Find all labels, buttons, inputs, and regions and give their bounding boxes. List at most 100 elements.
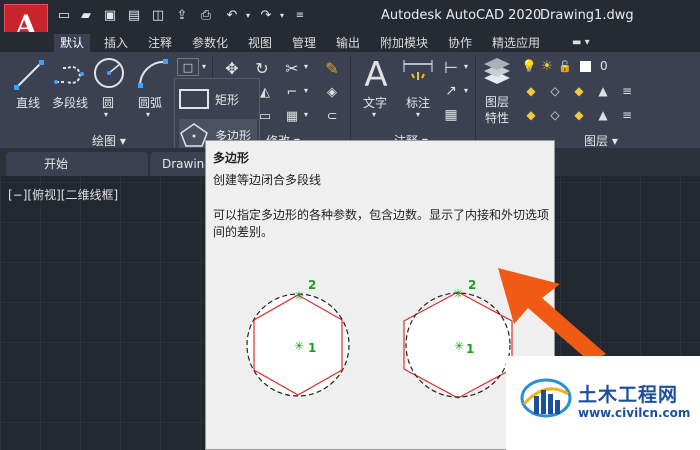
layer-lock-icon[interactable]: ▲ (594, 82, 612, 100)
line-icon[interactable] (12, 58, 46, 92)
move-icon[interactable]: ✥ (222, 58, 242, 78)
watermark-url: www.civilcn.com (578, 406, 691, 420)
layer-thaw-icon[interactable]: ☀ (540, 58, 554, 74)
web-cloud-icon[interactable]: ◫ (150, 7, 166, 23)
rectangle-menu-label: 矩形 (215, 92, 240, 107)
leader-icon[interactable]: ↗ (442, 82, 460, 100)
dimension-tool-label[interactable]: 标注 (406, 94, 430, 111)
arc-tool-label[interactable]: 圆弧 (138, 94, 162, 111)
layer-merge-icon[interactable]: ≡ (618, 106, 636, 124)
polyline-tool-label[interactable]: 多段线 (52, 94, 88, 111)
arc-dropdown-icon[interactable]: ▾ (146, 110, 150, 119)
layer-unisolate-icon[interactable]: ◆ (522, 106, 540, 124)
layers-panel-title[interactable]: 图层 ▾ (584, 132, 618, 149)
tab-collaborate[interactable]: 协作 (442, 34, 478, 52)
array-dropdown-icon[interactable]: ▾ (304, 110, 308, 119)
undo-icon[interactable]: ↶ (224, 7, 240, 23)
tooltip-title: 多边形 (213, 151, 250, 165)
linear-dimension-icon[interactable]: ⊢ (442, 58, 460, 77)
save-as-icon[interactable]: ▤ (126, 7, 142, 23)
redo-dropdown-icon[interactable]: ▾ (274, 7, 290, 23)
redo-icon[interactable]: ↷ (258, 7, 274, 23)
save-icon[interactable]: ▣ (102, 7, 118, 23)
print-icon[interactable]: ⎙ (198, 7, 214, 23)
ribbon-display-toggle-icon[interactable]: ▬ ▾ (566, 34, 596, 52)
undo-dropdown-icon[interactable]: ▾ (240, 7, 256, 23)
point-label: 1 (308, 341, 316, 355)
rectangle-small-icon[interactable]: □ (177, 58, 199, 76)
point-label: 2 (308, 278, 316, 292)
tab-default[interactable]: 默认 (54, 34, 91, 52)
open-folder-icon[interactable]: ▰ (78, 7, 94, 23)
new-file-icon[interactable]: ▭ (56, 7, 72, 23)
stretch-icon[interactable]: ▭ (258, 106, 272, 126)
customize-toolbar-icon[interactable]: ≡ (292, 7, 308, 23)
file-tab-start[interactable]: 开始 (6, 152, 148, 176)
tab-view[interactable]: 视图 (242, 34, 278, 52)
svg-text:✳: ✳ (453, 287, 463, 301)
layer-unlock-all-icon[interactable]: ▲ (594, 106, 612, 124)
layer-color-swatch[interactable] (580, 61, 591, 72)
tab-insert[interactable]: 插入 (98, 34, 134, 52)
layer-isolate-icon[interactable]: ◆ (522, 82, 540, 100)
layer-state-icon[interactable]: ≡ (618, 82, 636, 100)
viewport-controls[interactable]: [−][俯视][二维线框] (8, 186, 118, 203)
line-tool-label[interactable]: 直线 (16, 94, 40, 111)
linear-dimension-dropdown-icon[interactable]: ▾ (464, 62, 468, 71)
layer-freeze-icon[interactable]: ◆ (570, 106, 588, 124)
document-title: Drawing1.dwg (540, 8, 634, 23)
draw-panel-title[interactable]: 绘图 ▾ (92, 132, 126, 149)
layer-copy-icon[interactable]: ◇ (546, 106, 564, 124)
layer-on-icon[interactable]: 💡 (522, 58, 537, 74)
panel-divider (475, 56, 476, 142)
tab-annotate[interactable]: 注释 (142, 34, 178, 52)
tab-parametric[interactable]: 参数化 (186, 34, 234, 52)
dimension-icon[interactable] (400, 58, 436, 92)
civilcn-logo-icon (520, 378, 572, 418)
tab-output[interactable]: 输出 (330, 34, 366, 52)
tab-featured-apps[interactable]: 精选应用 (486, 34, 546, 52)
table-icon[interactable]: ▦ (442, 106, 460, 124)
site-watermark: 土木工程网 www.civilcn.com (506, 356, 700, 450)
layer-properties-icon[interactable] (482, 56, 512, 90)
leader-dropdown-icon[interactable]: ▾ (464, 86, 468, 95)
tab-addins[interactable]: 附加模块 (374, 34, 434, 52)
text-tool-label[interactable]: 文字 (363, 94, 387, 111)
tooltip-subtitle: 创建等边闭合多段线 (213, 173, 322, 187)
text-icon[interactable]: A (360, 55, 392, 95)
fillet-icon[interactable]: ⌐ (282, 82, 302, 102)
trim-icon[interactable]: ✂ (282, 58, 302, 78)
current-layer-value[interactable]: 0 (600, 59, 608, 73)
arc-icon[interactable] (136, 56, 170, 90)
dimension-dropdown-icon[interactable]: ▾ (416, 110, 420, 119)
layer-unlock-icon[interactable]: 🔓 (558, 58, 572, 74)
annotation-arrow-icon (498, 268, 606, 362)
circle-dropdown-icon[interactable]: ▾ (104, 110, 108, 119)
erase-icon[interactable]: ✎ (322, 58, 342, 78)
layer-properties-label[interactable]: 图层 特性 (485, 94, 509, 126)
array-icon[interactable]: ▦ (282, 106, 302, 126)
circle-icon[interactable] (92, 56, 126, 90)
rectangle-menu-item[interactable]: 矩形 (179, 83, 257, 115)
text-dropdown-icon[interactable]: ▾ (372, 110, 376, 119)
file-tab-drawing[interactable]: Drawing (150, 152, 212, 176)
rectangle-icon (179, 89, 209, 109)
point-label: 2 (468, 278, 476, 292)
layer-off-icon[interactable]: ◆ (570, 82, 588, 100)
mirror-icon[interactable]: ◭ (258, 82, 272, 102)
fillet-dropdown-icon[interactable]: ▾ (304, 86, 308, 95)
rotate-icon[interactable]: ↻ (252, 58, 272, 78)
rectangle-dropdown-icon[interactable]: ▾ (202, 62, 206, 71)
watermark-site-name: 土木工程网 (578, 384, 679, 406)
offset-icon[interactable]: ⊂ (322, 106, 342, 126)
circle-tool-label[interactable]: 圆 (102, 94, 114, 111)
explode-icon[interactable]: ◈ (322, 82, 342, 102)
share-icon[interactable]: ⇪ (174, 7, 190, 23)
layer-match-icon[interactable]: ◇ (546, 82, 564, 100)
tab-manage[interactable]: 管理 (286, 34, 322, 52)
title-bar: ▭ ▰ ▣ ▤ ◫ ⇪ ⎙ ↶ ▾ ↷ ▾ ≡ Autodesk AutoCAD… (0, 0, 700, 32)
trim-dropdown-icon[interactable]: ▾ (304, 62, 308, 71)
ribbon-panel: 直线 多段线 圆 ▾ 圆弧 ▾ □ ▾ 绘图 ▾ ✥ ↻ ✂ ▾ ✎ ◭ ⌐ ▾… (0, 52, 700, 148)
polyline-icon[interactable] (52, 58, 86, 92)
panel-divider (350, 56, 351, 142)
